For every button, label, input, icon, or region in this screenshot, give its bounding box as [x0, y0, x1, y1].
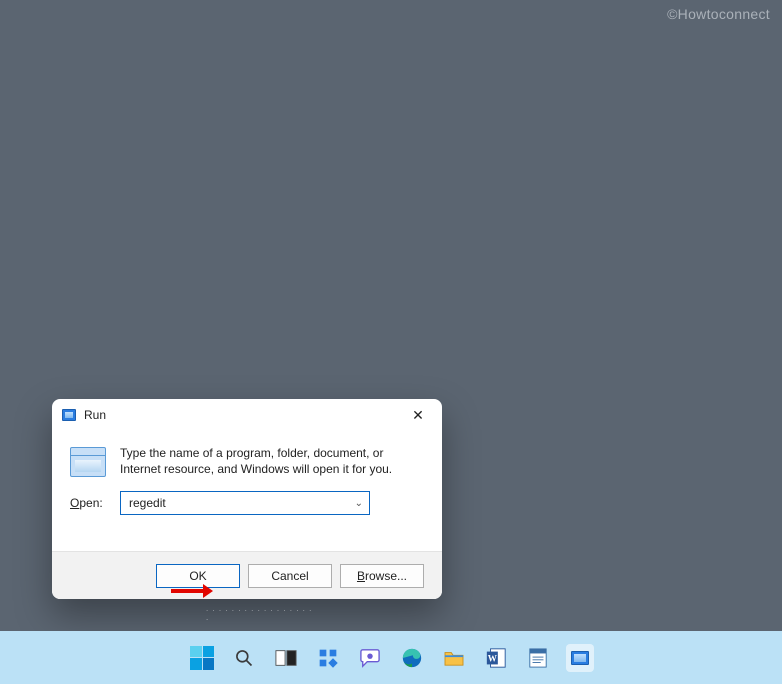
dialog-description: Type the name of a program, folder, docu… [120, 445, 424, 477]
open-combobox[interactable]: ⌄ [120, 491, 370, 515]
background-dots: . . . . . . . . . . . . . . . . . . [206, 604, 316, 614]
open-input[interactable] [127, 495, 363, 511]
taskbar: W [0, 631, 782, 684]
close-button[interactable]: ✕ [404, 403, 432, 427]
search-icon[interactable] [230, 644, 258, 672]
notepad-icon[interactable] [524, 644, 552, 672]
dialog-body: Type the name of a program, folder, docu… [52, 431, 442, 481]
cancel-button[interactable]: Cancel [248, 564, 332, 588]
browse-button[interactable]: Browse... [340, 564, 424, 588]
widgets-icon[interactable] [314, 644, 342, 672]
chat-icon[interactable] [356, 644, 384, 672]
open-label: Open: [70, 496, 108, 510]
titlebar[interactable]: Run ✕ [52, 399, 442, 431]
svg-text:W: W [488, 653, 498, 663]
run-taskbar-icon[interactable] [566, 644, 594, 672]
run-dialog: Run ✕ Type the name of a program, folder… [52, 399, 442, 599]
watermark-text: ©Howtoconnect [667, 6, 770, 22]
run-dialog-icon [62, 409, 76, 421]
taskview-icon[interactable] [272, 644, 300, 672]
dialog-title: Run [84, 408, 106, 422]
run-large-icon [70, 447, 106, 477]
start-icon[interactable] [188, 644, 216, 672]
button-row: OK Cancel Browse... [52, 551, 442, 599]
ok-button[interactable]: OK [156, 564, 240, 588]
desktop-background: ©Howtoconnect . . . . . . . . . . . . . … [0, 0, 782, 631]
word-icon[interactable]: W [482, 644, 510, 672]
open-row: Open: ⌄ [52, 481, 442, 515]
file-explorer-icon[interactable] [440, 644, 468, 672]
edge-icon[interactable] [398, 644, 426, 672]
